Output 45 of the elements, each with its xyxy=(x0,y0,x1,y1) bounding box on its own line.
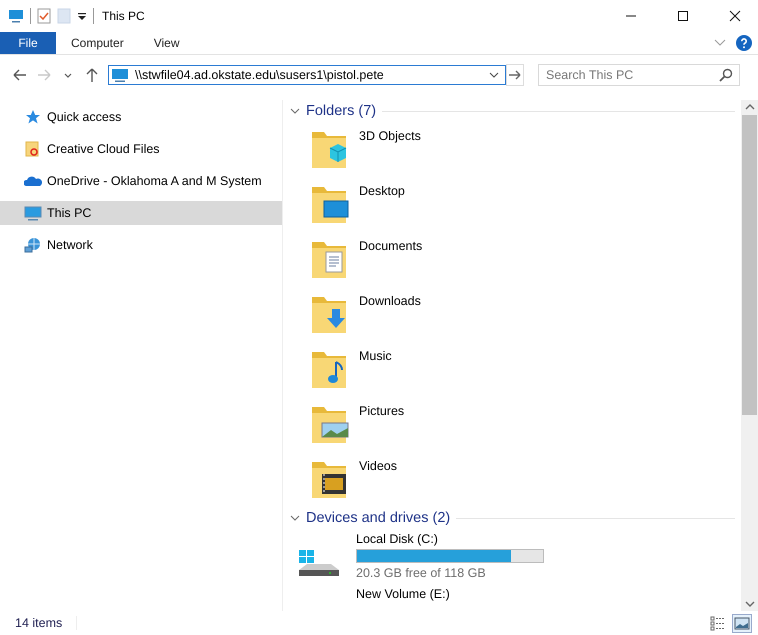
globe-icon xyxy=(24,237,42,253)
sidebar-item[interactable]: Network xyxy=(0,233,282,257)
scrollbar[interactable] xyxy=(741,100,758,611)
chevron-down-icon[interactable] xyxy=(489,71,499,79)
search-icon[interactable] xyxy=(719,68,733,82)
sidebar-item[interactable]: Creative Cloud Files xyxy=(0,137,282,161)
window-title: This PC xyxy=(102,9,145,23)
section-heading[interactable]: Folders (7) xyxy=(306,103,376,119)
computer-icon xyxy=(8,8,24,24)
item-count: 14 items xyxy=(15,616,62,630)
up-arrow-icon[interactable] xyxy=(84,67,100,83)
folder-name[interactable]: 3D Objects xyxy=(359,129,421,143)
star-icon xyxy=(24,109,42,125)
chevron-down-icon[interactable] xyxy=(290,513,300,523)
scrollbar-thumb[interactable] xyxy=(742,115,757,415)
chevron-down-icon[interactable] xyxy=(290,106,300,116)
sidebar-item[interactable]: This PC xyxy=(0,201,282,225)
chevron-up-icon[interactable] xyxy=(744,103,754,111)
go-button[interactable] xyxy=(506,64,524,86)
computer-icon xyxy=(111,67,129,83)
folder-name[interactable]: Documents xyxy=(359,239,422,253)
computer-icon xyxy=(24,205,42,221)
folder-name[interactable]: Desktop xyxy=(359,184,405,198)
search-field[interactable]: Search This PC xyxy=(538,64,740,86)
folder-name[interactable]: Videos xyxy=(359,459,397,473)
chevron-down-icon[interactable] xyxy=(744,600,754,608)
back-icon[interactable] xyxy=(12,67,28,83)
ribbon-tab[interactable]: View xyxy=(138,32,194,54)
maximize-icon[interactable] xyxy=(677,10,689,22)
section-heading[interactable]: Devices and drives (2) xyxy=(306,510,450,526)
free-space-text: 20.3 GB free of 118 GB xyxy=(356,566,487,580)
drive-name[interactable]: New Volume (E:) xyxy=(356,587,450,601)
close-icon[interactable] xyxy=(729,10,741,22)
folder-name[interactable]: Music xyxy=(359,349,392,363)
right-arrow-icon[interactable] xyxy=(508,69,522,81)
sidebar-item[interactable]: OneDrive - Oklahoma A and M System xyxy=(0,169,282,193)
file-tab[interactable]: File xyxy=(0,32,56,54)
folder-name[interactable]: Downloads xyxy=(359,294,421,308)
drive-name[interactable]: Local Disk (C:) xyxy=(356,532,544,546)
checklist-icon[interactable] xyxy=(37,8,51,24)
help-icon[interactable] xyxy=(736,35,752,51)
address-field[interactable]: \\stwfile04.ad.okstate.edu\susers1\pistol.pete xyxy=(108,65,506,85)
ribbon-tab[interactable]: Computer xyxy=(56,32,139,54)
folder-name[interactable]: Pictures xyxy=(359,404,404,418)
sidebar-item[interactable]: Quick access xyxy=(0,105,282,129)
